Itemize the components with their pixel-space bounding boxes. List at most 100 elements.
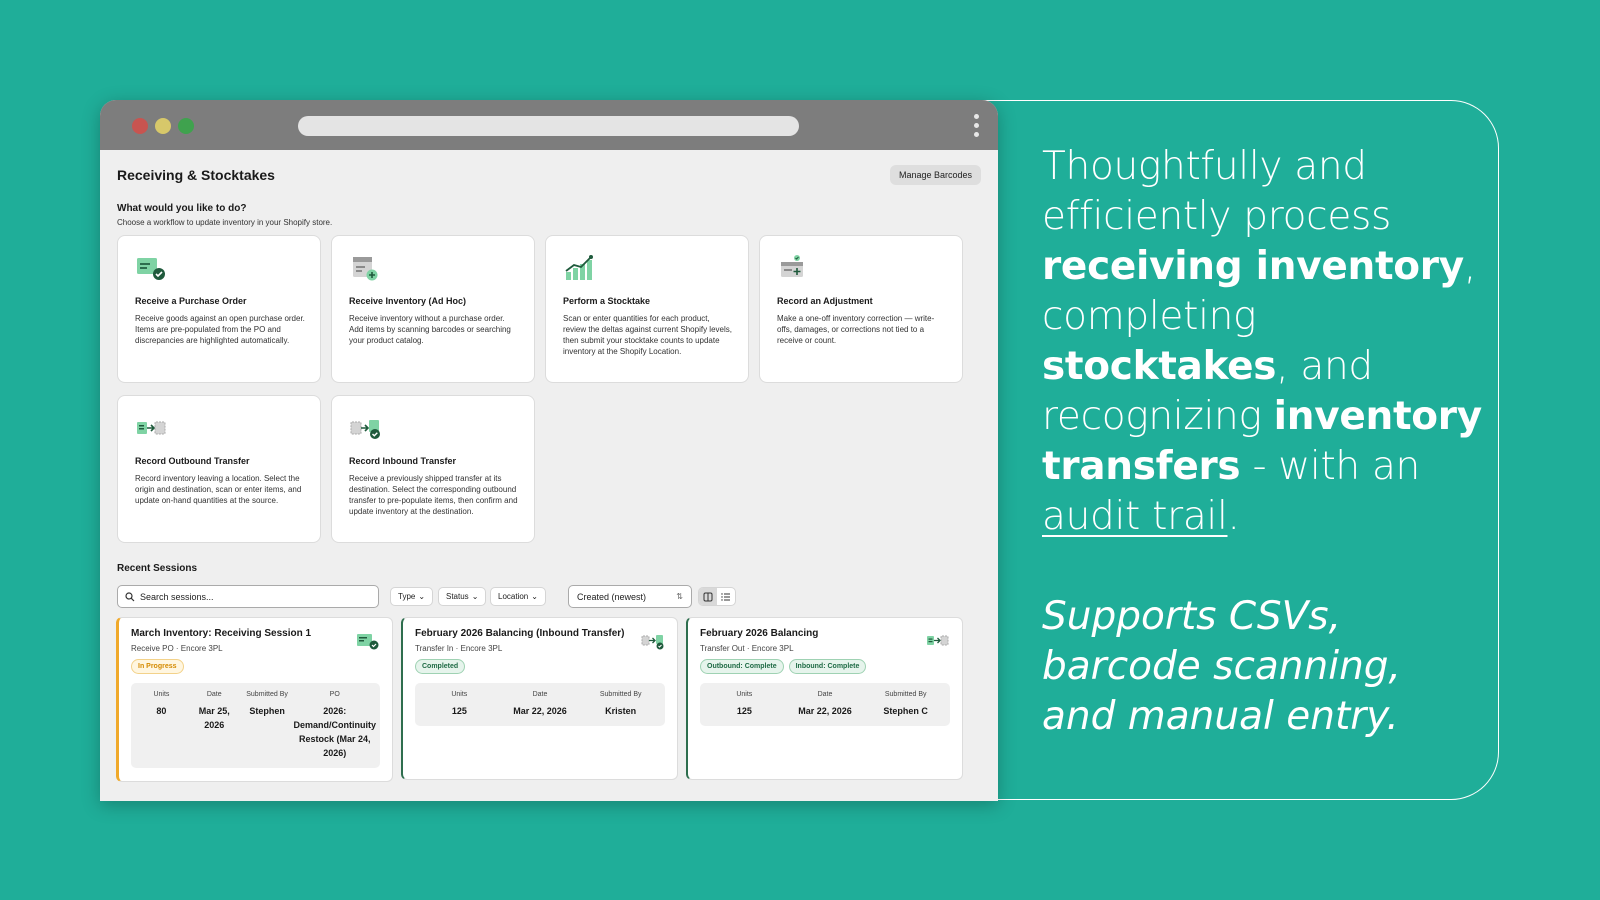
stat-units: Units 125 (419, 691, 500, 718)
promo-headline: Thoughtfully and efficiently process rec… (1042, 142, 1482, 542)
stat-label: Date (206, 691, 222, 698)
workflow-subtitle: Choose a workflow to update inventory in… (117, 218, 333, 227)
stat-value: 80 (156, 706, 167, 716)
receive-adhoc-icon (353, 257, 378, 281)
search-icon (125, 591, 135, 601)
search-input[interactable] (140, 591, 360, 602)
workflow-card-receive-po[interactable]: Receive a Purchase Order Receive goods a… (117, 235, 321, 383)
promo-subline: Supports CSVs, barcode scanning, and man… (1042, 594, 1401, 739)
card-description: Receive goods against an open purchase o… (135, 314, 305, 345)
card-title: Record Inbound Transfer (349, 456, 457, 466)
stat-label: Units (153, 691, 170, 698)
inbound-transfer-icon (641, 635, 664, 650)
stat-submitted-by: Submitted By Stephen C (865, 691, 946, 718)
session-card-receiving[interactable]: March Inventory: Receiving Session 1 Rec… (116, 617, 393, 782)
session-stats: Units 125 Date Mar 22, 2026 Submitted By St… (700, 683, 950, 726)
session-subtitle: Receive PO · Encore 3PL (131, 644, 223, 653)
session-title: February 2026 Balancing (700, 628, 819, 639)
card-description: Make a one-off inventory correction — wr… (777, 314, 935, 345)
workflow-card-inbound-transfer[interactable]: Record Inbound Transfer Receive a previo… (331, 395, 535, 543)
stat-value: 125 (736, 706, 752, 716)
sort-select[interactable]: Created (newest) ⇅ (568, 585, 692, 608)
outbound-transfer-icon (927, 635, 949, 646)
chevron-down-icon: ⌄ (531, 592, 538, 601)
promo-text-1: Thoughtfully and efficiently process (1042, 144, 1392, 239)
card-title: Record an Adjustment (777, 296, 873, 306)
workflow-card-adjustment[interactable]: Record an Adjustment Make a one-off inve… (759, 235, 963, 383)
card-title: Perform a Stocktake (563, 296, 651, 306)
promo-bold-receiving: receiving inventory (1042, 244, 1464, 289)
inbound-status-badge: Inbound: Complete (788, 659, 867, 674)
workflow-card-receive-adhoc[interactable]: Receive Inventory (Ad Hoc) Receive inven… (331, 235, 535, 383)
stat-value: Mar 22, 2026 (798, 706, 852, 716)
session-card-inbound-transfer[interactable]: February 2026 Balancing (Inbound Transfe… (401, 617, 678, 780)
list-icon (721, 592, 730, 601)
stat-label: PO (329, 691, 340, 698)
stat-value: Mar 22, 2026 (513, 706, 567, 716)
stat-po: PO 2026: Demand/Continuity Restock (Mar 2… (293, 691, 376, 760)
chevron-down-icon: ⌄ (471, 592, 479, 601)
promo-underline-audit: audit trail (1042, 494, 1228, 539)
outbound-status-badge: Outbound: Complete (700, 659, 784, 674)
session-subtitle: Transfer In · Encore 3PL (415, 644, 503, 653)
card-view-button[interactable] (699, 588, 717, 605)
address-bar[interactable] (298, 116, 799, 136)
stat-value: Kristen (605, 706, 637, 716)
card-title: Receive Inventory (Ad Hoc) (349, 296, 467, 306)
filter-label: Status (446, 592, 469, 601)
minimize-window-dot[interactable] (155, 118, 171, 134)
search-sessions-field[interactable] (117, 585, 379, 608)
receive-po-icon (357, 634, 379, 650)
stat-label: Units (451, 691, 468, 698)
stocktake-chart-icon (565, 255, 593, 280)
session-title: February 2026 Balancing (Inbound Transfe… (415, 628, 625, 639)
recent-sessions-title: Recent Sessions (117, 563, 198, 574)
promo-text: Thoughtfully and efficiently process rec… (1042, 142, 1482, 742)
card-description: Receive inventory without a purchase ord… (349, 314, 511, 345)
close-window-dot[interactable] (132, 118, 148, 134)
session-subtitle: Transfer Out · Encore 3PL (700, 644, 794, 653)
stat-label: Units (736, 691, 753, 698)
workflow-card-outbound-transfer[interactable]: Record Outbound Transfer Record inventor… (117, 395, 321, 543)
stat-units: Units 125 (704, 691, 785, 718)
stat-units: Units 80 (135, 691, 188, 760)
card-title: Record Outbound Transfer (135, 456, 250, 466)
adjustment-icon (781, 255, 803, 277)
stat-value: 125 (451, 706, 467, 716)
maximize-window-dot[interactable] (178, 118, 194, 134)
stat-date: Date Mar 25, 2026 (188, 691, 241, 760)
session-card-outbound-transfer[interactable]: February 2026 Balancing Transfer Out · E… (686, 617, 963, 780)
workflow-card-stocktake[interactable]: Perform a Stocktake Scan or enter quanti… (545, 235, 749, 383)
promo-bold-stocktakes: stocktakes (1042, 344, 1277, 389)
kebab-menu-icon[interactable] (974, 114, 980, 137)
manage-barcodes-button[interactable]: Manage Barcodes (889, 165, 981, 185)
card-description: Receive a previously shipped transfer at… (349, 474, 518, 516)
stat-value: Mar 25, 2026 (198, 706, 230, 730)
stat-value: Stephen (249, 706, 285, 716)
session-stats: Units 125 Date Mar 22, 2026 Submitted By Kr… (415, 683, 665, 726)
receive-po-icon (137, 258, 165, 280)
filter-label: Location (498, 592, 529, 601)
session-badges: Completed (415, 659, 665, 674)
status-badge: In Progress (131, 659, 184, 674)
stat-label: Date (817, 691, 833, 698)
workflow-question: What would you like to do? (117, 203, 247, 214)
filter-type-button[interactable]: Type ⌄ (390, 587, 434, 606)
stat-label: Submitted By (884, 691, 927, 698)
filter-location-button[interactable]: Location ⌄ (490, 587, 546, 606)
browser-titlebar (100, 100, 998, 150)
stat-date: Date Mar 22, 2026 (500, 691, 581, 718)
filter-status-button[interactable]: Status ⌄ (438, 587, 487, 606)
stat-label: Date (532, 691, 548, 698)
chevron-down-icon: ⌄ (418, 592, 426, 601)
up-down-chevron-icon: ⇅ (676, 592, 683, 601)
outbound-transfer-icon (137, 421, 166, 435)
filter-label: Type (398, 592, 416, 601)
stat-value: Stephen C (883, 706, 928, 716)
stat-submitted-by: Submitted By Kristen (580, 691, 661, 718)
list-view-button[interactable] (717, 588, 735, 605)
sort-value: Created (newest) (577, 591, 647, 602)
promo-text-5: . (1227, 494, 1240, 539)
session-badges: Outbound: Complete Inbound: Complete (700, 659, 950, 674)
stat-label: Submitted By (599, 691, 642, 698)
